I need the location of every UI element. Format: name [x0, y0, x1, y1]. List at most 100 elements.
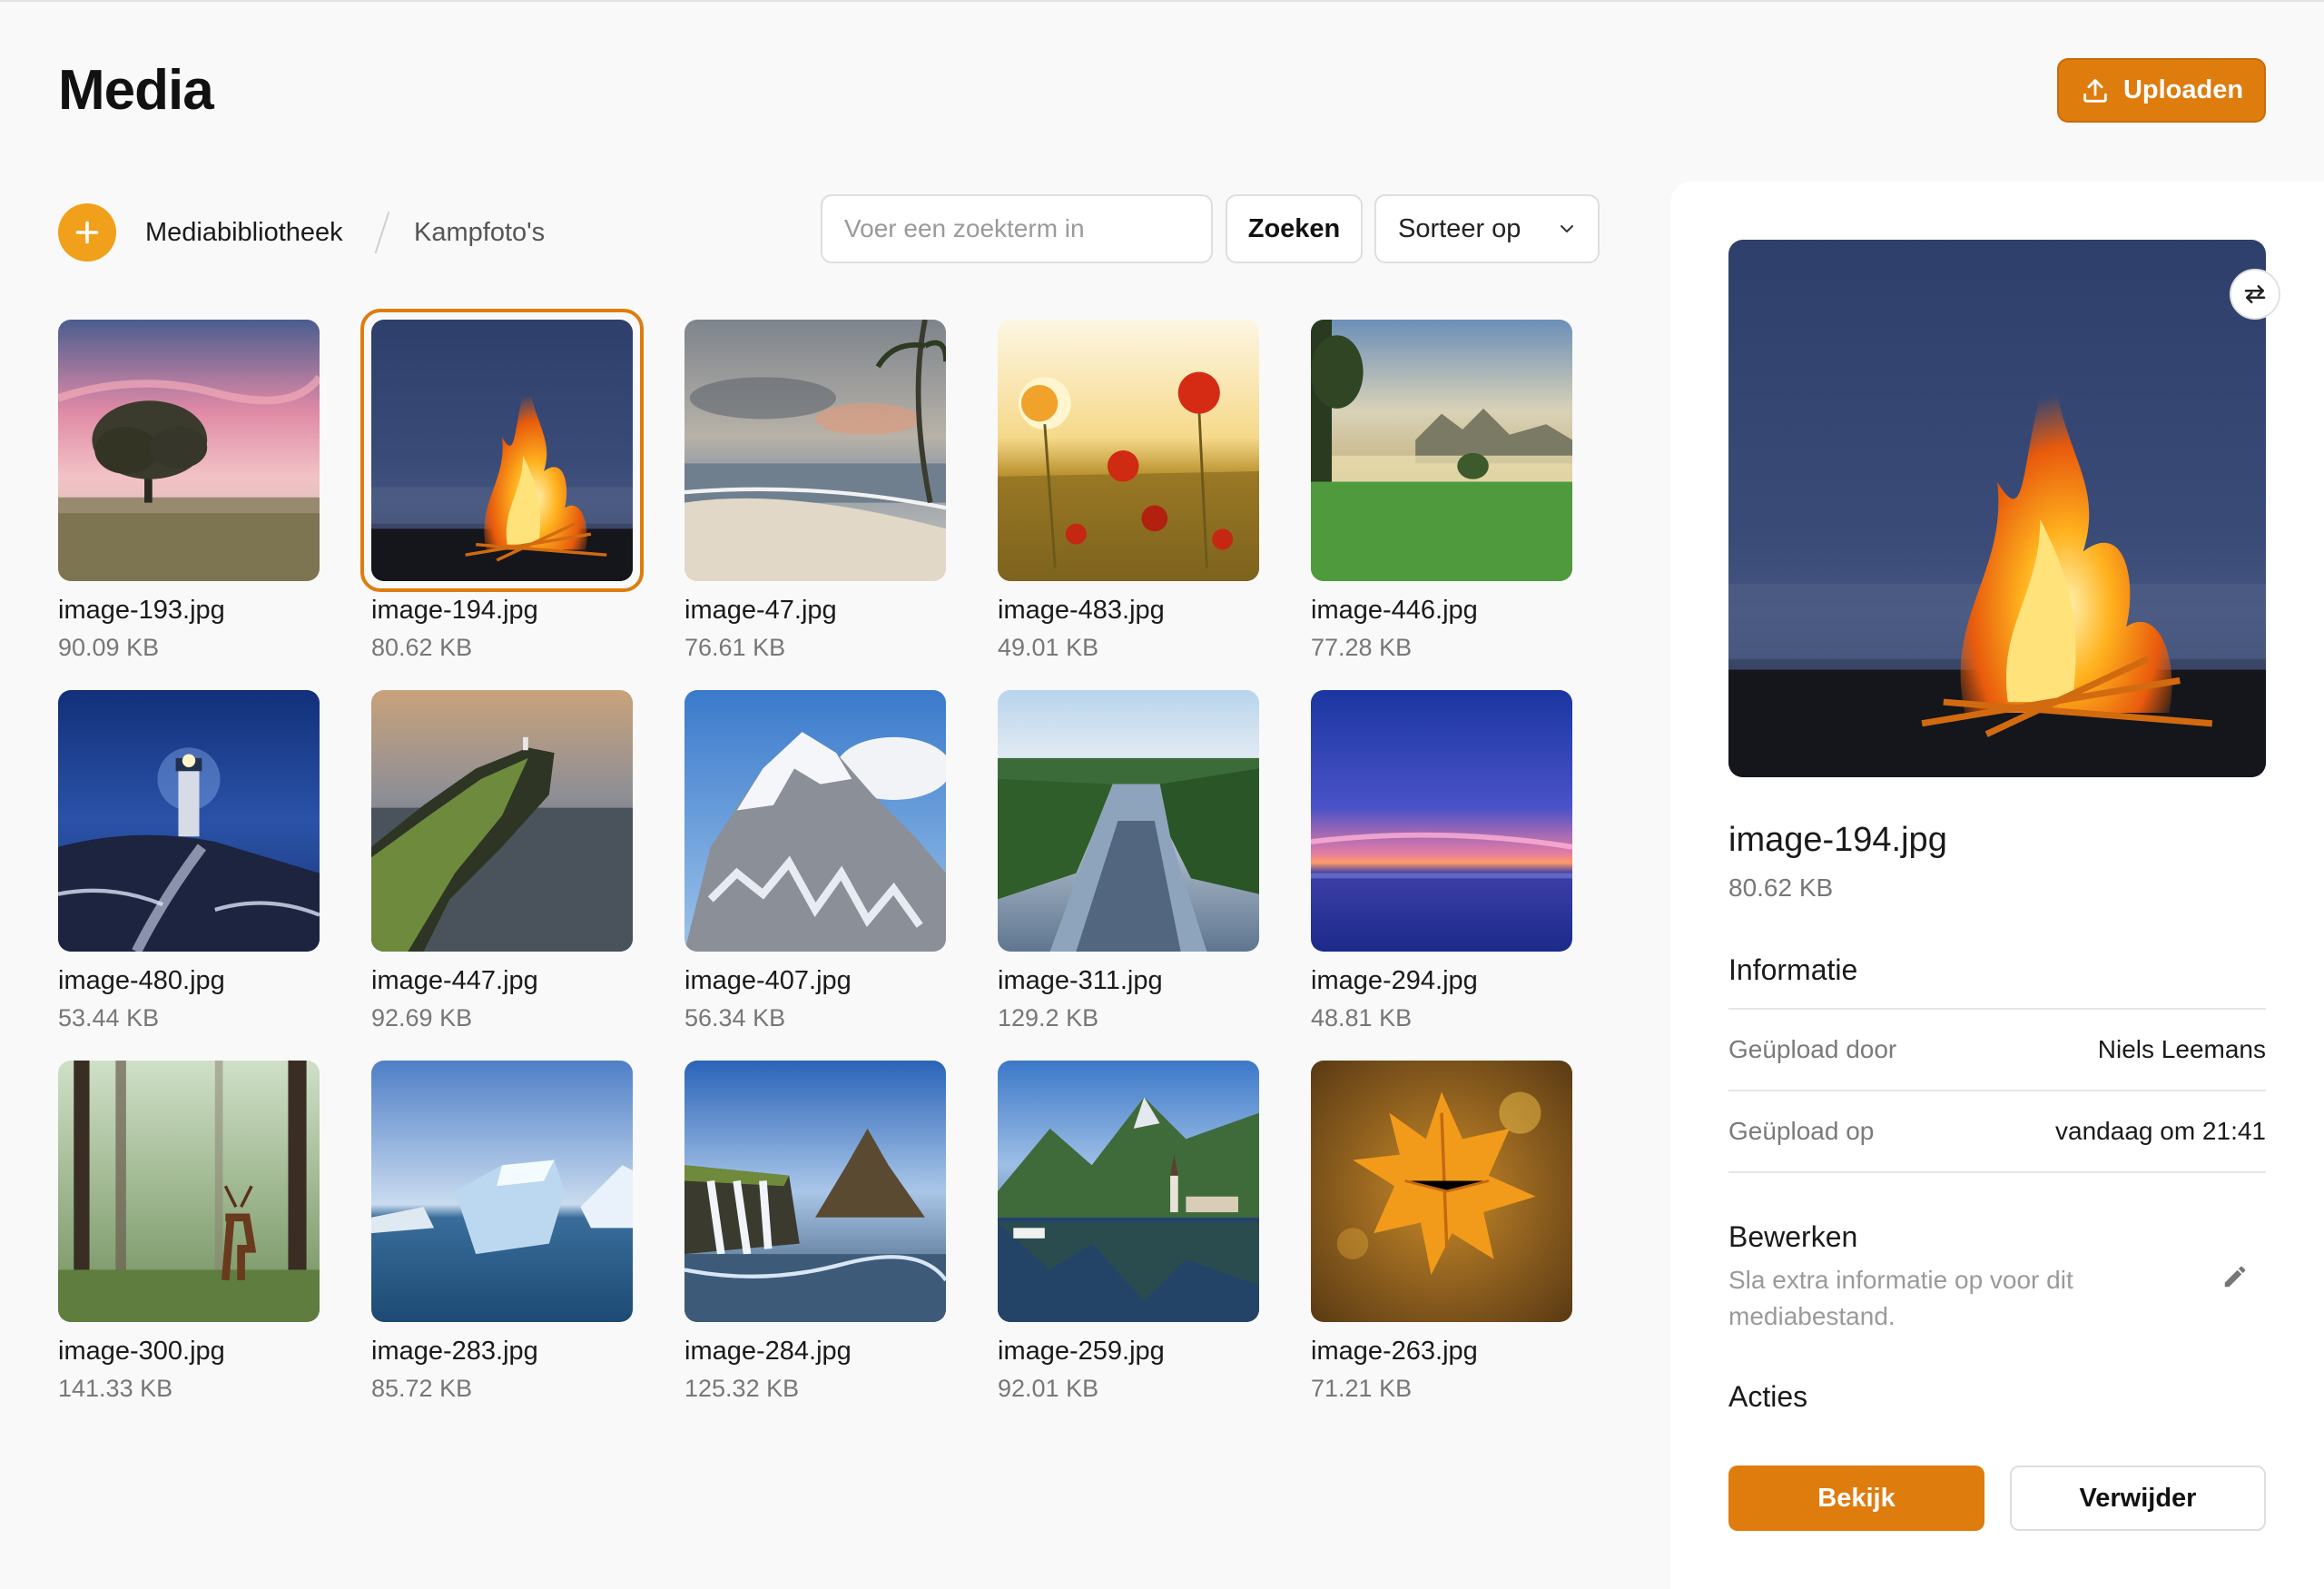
detail-panel: image-194.jpg 80.62 KB Informatie Geüplo…	[1670, 182, 2324, 1589]
media-file-size: 53.44 KB	[58, 1004, 160, 1031]
uploaded-by-row: Geüpload door Niels Leemans	[1728, 1035, 2266, 1064]
media-thumbnail[interactable]	[1311, 320, 1572, 581]
media-tile[interactable]: image-483.jpg 49.01 KB	[998, 320, 1259, 683]
view-button[interactable]: Bekijk	[1728, 1466, 1984, 1531]
add-folder-button[interactable]	[58, 203, 116, 262]
media-thumbnail[interactable]	[371, 1061, 633, 1322]
media-thumbnail[interactable]	[684, 320, 946, 581]
media-file-size: 77.28 KB	[1311, 634, 1413, 661]
upload-button-label: Uploaden	[2122, 75, 2244, 104]
media-file-size: 76.61 KB	[684, 634, 786, 661]
media-file-name: image-263.jpg	[1311, 1337, 1478, 1366]
sort-select-label: Sorteer op	[1398, 213, 1521, 243]
media-thumbnail[interactable]	[58, 1061, 320, 1322]
media-tile[interactable]: image-480.jpg 53.44 KB	[58, 690, 320, 1053]
media-tile[interactable]: image-407.jpg 56.34 KB	[684, 690, 946, 1053]
breadcrumb-root[interactable]: Mediabibliotheek	[145, 218, 343, 248]
media-tile[interactable]: image-47.jpg 76.61 KB	[684, 320, 946, 683]
sort-select[interactable]: Sorteer op	[1374, 194, 1600, 263]
media-file-size: 48.81 KB	[1311, 1004, 1413, 1031]
actions-heading: Acties	[1728, 1380, 1808, 1413]
uploaded-on-value: vandaag om 21:41	[2055, 1117, 2266, 1145]
breadcrumb-separator	[374, 211, 390, 254]
info-heading: Informatie	[1728, 953, 1858, 986]
media-tile[interactable]: image-263.jpg 71.21 KB	[1311, 1061, 1572, 1424]
media-grid: image-193.jpg 90.09 KB image-194.jpg 80.62…	[58, 309, 1601, 1427]
search-button[interactable]: Zoeken	[1226, 194, 1363, 263]
media-file-size: 80.62 KB	[371, 634, 473, 661]
thumbnail-image	[1311, 1061, 1572, 1322]
media-file-name: image-47.jpg	[684, 596, 837, 625]
media-tile[interactable]: image-283.jpg 85.72 KB	[371, 1061, 633, 1424]
media-file-name: image-294.jpg	[1311, 966, 1478, 995]
edit-description: Sla extra informatie op voor dit mediabe…	[1728, 1266, 2073, 1330]
media-file-size: 71.21 KB	[1311, 1375, 1413, 1402]
thumbnail-image	[371, 320, 633, 581]
media-file-name: image-483.jpg	[998, 596, 1165, 625]
media-file-name: image-194.jpg	[371, 596, 538, 625]
detail-file-size: 80.62 KB	[1728, 873, 1834, 902]
media-thumbnail[interactable]	[998, 320, 1259, 581]
media-tile[interactable]: image-259.jpg 92.01 KB	[998, 1061, 1259, 1424]
chevron-down-icon	[1561, 225, 1573, 232]
thumbnail-image	[684, 320, 946, 581]
page-title: Media	[58, 59, 214, 122]
media-thumbnail[interactable]	[684, 1061, 946, 1322]
media-tile[interactable]: image-446.jpg 77.28 KB	[1311, 320, 1572, 683]
media-file-name: image-447.jpg	[371, 966, 538, 995]
detail-file-name: image-194.jpg	[1728, 821, 1947, 859]
media-tile[interactable]: image-311.jpg 129.2 KB	[998, 690, 1259, 1053]
media-thumbnail[interactable]	[371, 690, 633, 952]
media-file-size: 92.01 KB	[998, 1375, 1099, 1402]
upload-button[interactable]: Uploaden	[2057, 58, 2266, 123]
media-thumbnail[interactable]	[1311, 690, 1572, 952]
media-file-size: 129.2 KB	[998, 1004, 1099, 1031]
media-file-size: 49.01 KB	[998, 634, 1099, 661]
media-thumbnail[interactable]	[998, 690, 1259, 952]
media-file-name: image-284.jpg	[684, 1337, 852, 1366]
media-file-size: 92.69 KB	[371, 1004, 473, 1031]
thumbnail-image	[58, 320, 320, 581]
media-tile[interactable]: image-447.jpg 92.69 KB	[371, 690, 633, 1053]
thumbnail-image	[1311, 320, 1572, 581]
media-tile[interactable]: image-194.jpg 80.62 KB	[360, 309, 644, 683]
media-tile[interactable]: image-284.jpg 125.32 KB	[684, 1061, 946, 1424]
media-tile[interactable]: image-193.jpg 90.09 KB	[58, 320, 320, 683]
thumbnail-image	[371, 690, 633, 952]
delete-button[interactable]: Verwijder	[2010, 1466, 2266, 1531]
media-file-name: image-407.jpg	[684, 966, 852, 995]
media-thumbnail[interactable]	[998, 1061, 1259, 1322]
thumbnail-image	[684, 1061, 946, 1322]
media-tile[interactable]: image-294.jpg 48.81 KB	[1311, 690, 1572, 1053]
edit-button[interactable]	[2217, 1258, 2253, 1295]
uploaded-on-row: Geüpload op vandaag om 21:41	[1728, 1117, 2266, 1146]
media-thumbnail[interactable]	[58, 690, 320, 952]
thumbnail-image	[58, 1061, 320, 1322]
media-file-name: image-259.jpg	[998, 1337, 1165, 1366]
media-file-size: 141.33 KB	[58, 1375, 173, 1402]
uploaded-on-label: Geüpload op	[1728, 1117, 1875, 1145]
top-divider	[0, 0, 2324, 2]
media-thumbnail[interactable]	[371, 320, 633, 581]
info-divider	[1728, 1171, 2266, 1173]
plus-icon	[75, 221, 99, 244]
media-file-size: 56.34 KB	[684, 1004, 786, 1031]
edit-heading: Bewerken	[1728, 1220, 1858, 1253]
media-file-size: 85.72 KB	[371, 1375, 473, 1402]
preview-scene	[1728, 240, 2266, 777]
search-input[interactable]	[821, 194, 1213, 263]
thumbnail-image	[58, 690, 320, 952]
info-divider	[1728, 1090, 2266, 1091]
thumbnail-image	[998, 320, 1259, 581]
media-file-name: image-480.jpg	[58, 966, 225, 995]
uploaded-by-value: Niels Leemans	[2097, 1035, 2266, 1063]
swap-icon	[2244, 285, 2266, 303]
media-tile[interactable]: image-300.jpg 141.33 KB	[58, 1061, 320, 1424]
media-thumbnail[interactable]	[1311, 1061, 1572, 1322]
replace-image-button[interactable]	[2230, 269, 2280, 320]
preview-image	[1728, 240, 2266, 777]
media-thumbnail[interactable]	[58, 320, 320, 581]
media-thumbnail[interactable]	[684, 690, 946, 952]
media-file-name: image-446.jpg	[1311, 596, 1478, 625]
media-file-size: 90.09 KB	[58, 634, 160, 661]
